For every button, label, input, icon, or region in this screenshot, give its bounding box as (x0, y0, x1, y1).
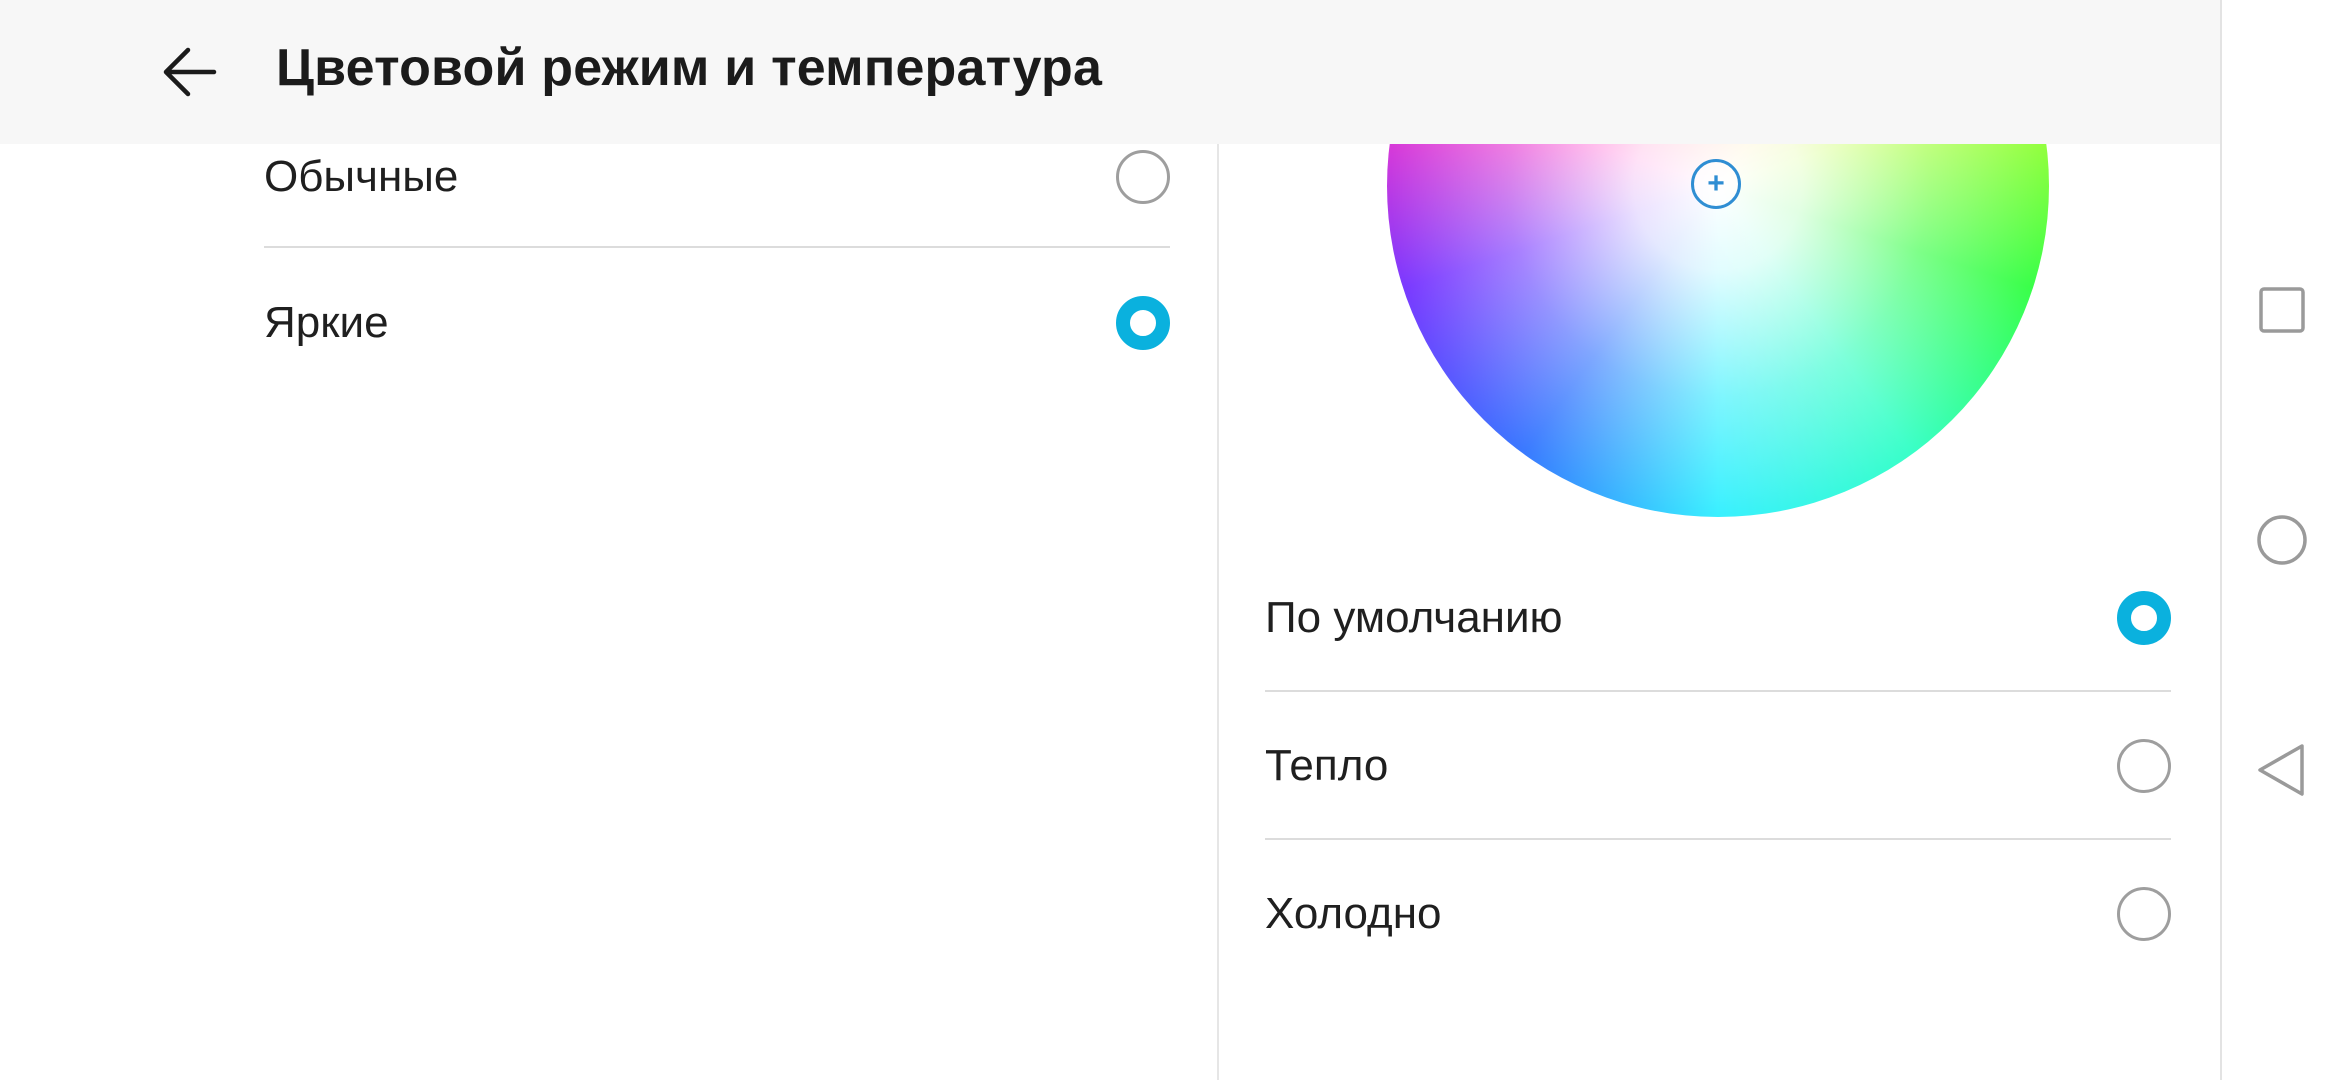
list-divider (1265, 690, 2171, 692)
arrow-left-icon (163, 47, 217, 97)
option-label: Обычные (264, 152, 459, 201)
color-mode-pane: Обычные Яркие (0, 0, 1217, 1080)
radio-button-checked[interactable] (1116, 296, 1170, 350)
radio-button-unchecked[interactable] (2117, 739, 2171, 793)
color-temperature-pane: + По умолчанию Тепло Холодно (1219, 0, 2220, 1080)
back-triangle-icon (2258, 744, 2304, 796)
temperature-option-warm[interactable]: Тепло (1265, 693, 2173, 839)
recents-button[interactable] (2240, 268, 2324, 352)
option-label: Холодно (1265, 889, 1442, 938)
radio-button-unchecked[interactable] (2117, 887, 2171, 941)
app-header: Цветовой режим и температура (0, 0, 2220, 144)
wheel-marker-symbol: + (1707, 167, 1725, 200)
system-navigation-bar (2220, 0, 2340, 1080)
temperature-option-default[interactable]: По умолчанию (1265, 545, 2173, 691)
back-nav-button[interactable] (2240, 728, 2324, 812)
option-label: Тепло (1265, 741, 1389, 790)
home-button[interactable] (2240, 498, 2324, 582)
back-button[interactable] (150, 36, 230, 108)
list-divider (264, 246, 1170, 248)
option-label: Яркие (264, 298, 389, 347)
radio-button-checked[interactable] (2117, 591, 2171, 645)
temperature-option-cold[interactable]: Холодно (1265, 841, 2173, 987)
list-divider (1265, 838, 2171, 840)
radio-button-unchecked[interactable] (1116, 150, 1170, 204)
page-title: Цветовой режим и температура (276, 39, 1103, 97)
wheel-marker-plus-icon[interactable]: + (1691, 159, 1741, 209)
recents-square-icon (2259, 287, 2305, 333)
color-mode-option-vivid[interactable]: Яркие (264, 250, 1172, 396)
home-circle-icon (2257, 515, 2307, 565)
option-label: По умолчанию (1265, 593, 1563, 642)
settings-screen: Обычные Яркие + По умолчанию Тепло Холод… (0, 0, 2220, 1080)
